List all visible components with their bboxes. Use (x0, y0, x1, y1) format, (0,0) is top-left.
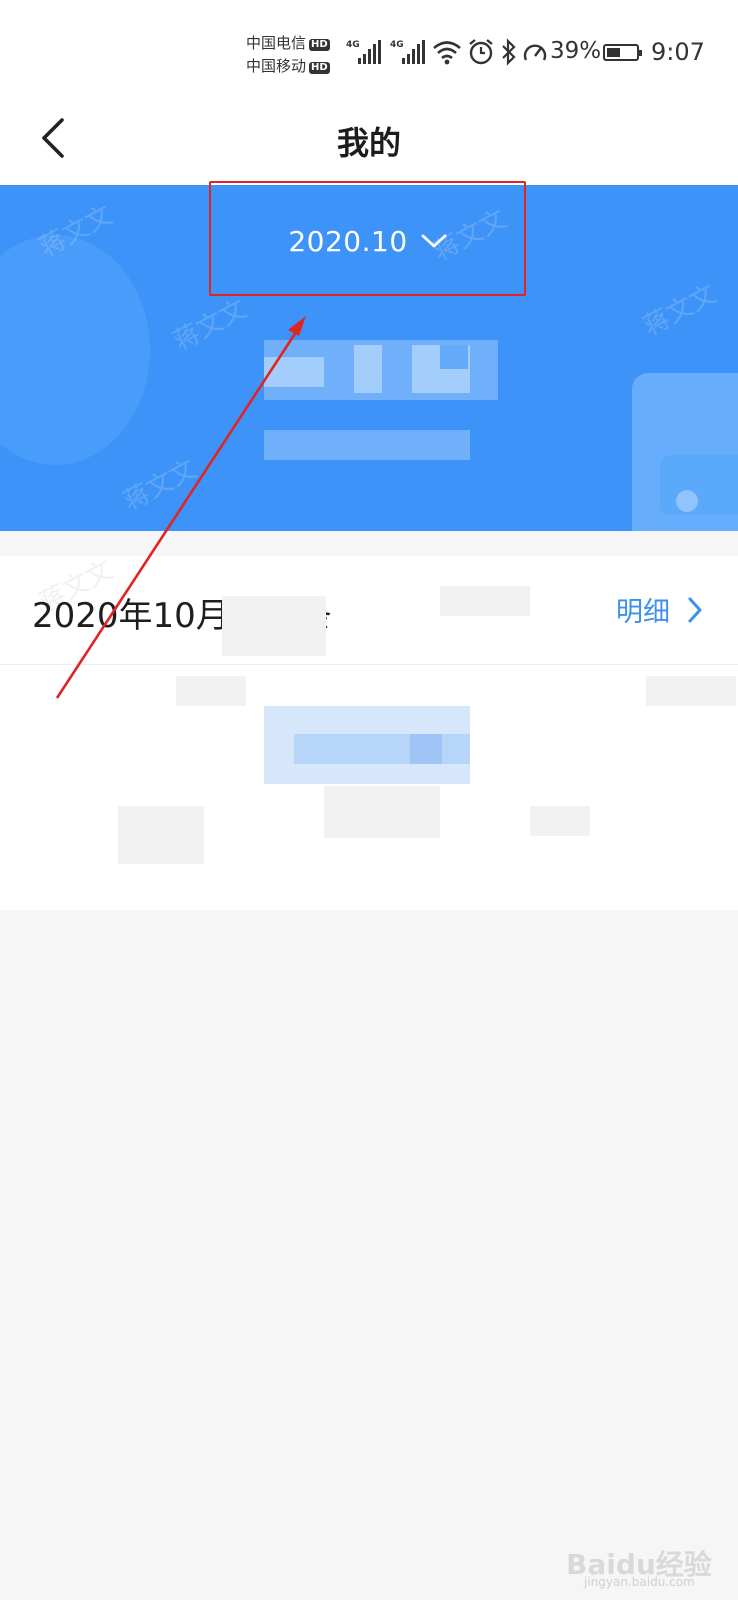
month-selector[interactable]: 2020.10 (210, 185, 526, 297)
carrier-info: 中国电信 HD 中国移动 HD (246, 32, 330, 78)
blurred-region (646, 676, 736, 706)
carrier-1: 中国电信 (246, 34, 307, 52)
battery-percent: 39% (550, 38, 602, 64)
blurred-region (118, 806, 204, 864)
nav-bar: 我的 (0, 100, 738, 185)
page-title: 我的 (336, 124, 401, 162)
network-type-label: 4G (390, 40, 404, 50)
blurred-region (530, 806, 590, 836)
battery-icon (603, 44, 642, 61)
salary-card: 蒋文文 2020年10月工资条 明细 (0, 555, 738, 910)
alarm-icon (469, 39, 493, 65)
blurred-region (324, 786, 440, 838)
chevron-right-icon (688, 597, 702, 622)
carrier-2: 中国移动 (246, 57, 307, 75)
watermark: 蒋文文 (638, 279, 722, 343)
watermark: 蒋文文 (118, 454, 202, 518)
detail-label: 明细 (616, 597, 670, 628)
hd-badge: HD (309, 62, 330, 74)
network-type-label: 4G (346, 40, 360, 50)
watermark: 蒋文文 (168, 294, 252, 358)
chevron-down-icon (421, 234, 447, 248)
status-bar: 中国电信 HD 中国移动 HD 4G 4G 39% 9:07 (0, 0, 738, 100)
blurred-region (222, 596, 326, 656)
salary-row[interactable]: 蒋文文 2020年10月工资条 明细 (0, 555, 738, 665)
blurred-region (440, 586, 530, 616)
hd-badge: HD (309, 39, 330, 51)
bluetooth-icon (502, 38, 516, 66)
salary-banner: 蒋文文 蒋文文 蒋文文 蒋文文 蒋文文 2020.10 (0, 185, 738, 531)
detail-link[interactable]: 明细 (616, 590, 704, 629)
month-value: 2020.10 (288, 224, 408, 258)
signal-icon: 4G (346, 40, 382, 64)
blurred-region (176, 676, 246, 706)
signal-icon: 4G (390, 40, 426, 64)
brand-url: jingyan.baidu.com (584, 1575, 695, 1589)
brand-watermark: Baidu经验 jingyan.baidu.com (566, 1543, 716, 1589)
wifi-icon (433, 41, 461, 65)
speed-icon (523, 44, 547, 61)
clock: 9:07 (651, 38, 705, 66)
blurred-subtitle (264, 430, 470, 460)
